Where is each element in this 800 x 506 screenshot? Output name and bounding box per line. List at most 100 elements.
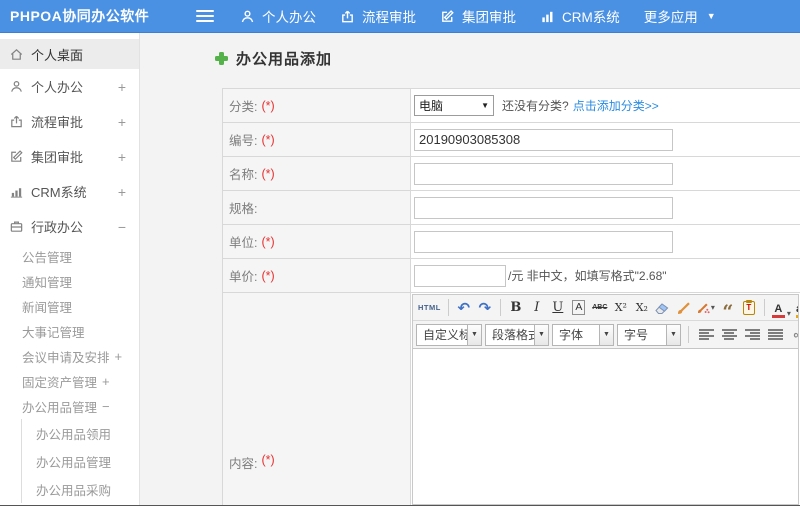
expand-plus-icon[interactable]: +: [118, 149, 126, 165]
add-category-link[interactable]: 点击添加分类>>: [573, 97, 659, 114]
caret-down-icon: ▼: [534, 324, 548, 345]
required-marker: (*): [261, 453, 275, 467]
caret-down-icon: ▼: [666, 324, 680, 345]
sidebar-item-group-approval[interactable]: 集团审批 +: [0, 139, 139, 174]
highlight-color-button[interactable]: ab ▾: [794, 297, 798, 318]
add-plus-icon: [215, 52, 228, 65]
editor-toolbar-row1: HTML ↶ ↷ B I U A ABC X² X₂ ▾ “ T A ▾: [413, 295, 798, 322]
format-painter-button[interactable]: ▾: [695, 297, 717, 318]
required-marker: (*): [261, 268, 275, 283]
field-label: 单价:: [229, 270, 258, 284]
sidebar-subitem-meetings[interactable]: 会议申请及安排 +: [0, 344, 139, 369]
align-right-button[interactable]: [742, 324, 762, 345]
sidebar-item-crm[interactable]: CRM系统 +: [0, 174, 139, 209]
menu-toggle-icon[interactable]: [196, 10, 214, 22]
nav-personal-office[interactable]: 个人办公: [240, 6, 316, 26]
eraser-button[interactable]: [653, 297, 673, 318]
sidebar-subitem-fixed-assets[interactable]: 固定资产管理 +: [0, 369, 139, 394]
expand-plus-icon[interactable]: +: [102, 374, 110, 389]
subscript-button[interactable]: X₂: [632, 297, 652, 318]
edit-icon: [9, 149, 24, 164]
sidebar-subitem-supplies-claim[interactable]: 办公用品领用: [22, 419, 139, 447]
caret-down-icon: ▾: [710, 303, 715, 312]
form-row-unit: 单位: (*): [223, 225, 800, 259]
sidebar-item-personal-office[interactable]: 个人办公 +: [0, 69, 139, 104]
nav-process-approval[interactable]: 流程审批: [340, 6, 416, 26]
italic-button[interactable]: I: [527, 297, 547, 318]
align-center-button[interactable]: [719, 324, 739, 345]
underline-button[interactable]: U: [548, 297, 568, 318]
field-label: 单位:: [229, 236, 258, 250]
sidebar: 个人桌面 个人办公 + 流程审批 + 集团审批 + CRM系统 + 行政办公 −…: [0, 33, 140, 506]
superscript-button[interactable]: X²: [611, 297, 631, 318]
font-size-select[interactable]: 字号 ▼: [617, 323, 681, 346]
caret-down-icon: ▾: [786, 309, 791, 318]
bold-button[interactable]: B: [506, 297, 526, 318]
nav-label: 更多应用: [643, 10, 698, 25]
collapse-minus-icon[interactable]: −: [118, 219, 126, 235]
unit-input[interactable]: [414, 230, 673, 253]
field-label: 编号:: [229, 134, 258, 148]
spec-input[interactable]: [414, 196, 673, 219]
paste-button[interactable]: T: [739, 297, 759, 318]
app-logo: PHPOA协同办公软件: [10, 8, 150, 24]
font-border-button[interactable]: A: [569, 297, 589, 318]
redo-button[interactable]: ↷: [475, 297, 495, 318]
caret-down-icon: ▼: [467, 324, 481, 345]
expand-plus-icon[interactable]: +: [118, 114, 126, 130]
phpoa-app: PHPOA协同办公软件 个人办公 流程审批 集团审批 CRM系统 更多应用 ▼ …: [0, 0, 800, 506]
upload-box-icon: [9, 114, 24, 129]
insert-link-button[interactable]: ∞: [788, 324, 798, 345]
brush-icon: [677, 301, 691, 315]
collapse-minus-icon[interactable]: −: [102, 399, 110, 414]
sidebar-item-process-approval[interactable]: 流程审批 +: [0, 104, 139, 139]
custom-title-select[interactable]: 自定义标题 ▼: [416, 323, 482, 346]
paragraph-format-select[interactable]: 段落格式 ▼: [485, 323, 549, 346]
nav-group-approval[interactable]: 集团审批: [440, 6, 516, 26]
caret-down-icon: ▼: [481, 101, 489, 110]
clean-format-button[interactable]: [674, 297, 694, 318]
blockquote-button[interactable]: “: [718, 297, 738, 322]
name-input[interactable]: [414, 162, 673, 185]
align-justify-button[interactable]: [765, 324, 785, 345]
nav-more-apps[interactable]: 更多应用 ▼: [644, 6, 716, 26]
sidebar-subitem-events[interactable]: 大事记管理: [0, 319, 139, 344]
nav-label: 个人办公: [262, 10, 316, 25]
required-marker: (*): [261, 98, 275, 113]
bar-chart-icon: [9, 184, 24, 199]
editor-content-area[interactable]: [413, 349, 798, 504]
sidebar-subitem-supplies-purchase[interactable]: 办公用品采购: [22, 475, 139, 503]
editor-toolbar-row2: 自定义标题 ▼ 段落格式 ▼ 字体 ▼: [413, 321, 798, 349]
font-family-select[interactable]: 字体 ▼: [552, 323, 614, 346]
font-color-button[interactable]: A ▾: [770, 297, 793, 318]
form-row-code: 编号: (*): [223, 123, 800, 157]
expand-plus-icon[interactable]: +: [118, 184, 126, 200]
undo-button[interactable]: ↶: [454, 297, 474, 318]
strikethrough-button[interactable]: ABC: [590, 297, 610, 318]
align-left-button[interactable]: [696, 324, 716, 345]
expand-plus-icon[interactable]: +: [115, 349, 123, 364]
sidebar-subitem-supplies-manage[interactable]: 办公用品管理: [22, 447, 139, 475]
price-input[interactable]: [414, 264, 506, 287]
align-justify-icon: [767, 329, 783, 340]
link-icon: ∞: [793, 327, 798, 342]
required-marker: (*): [261, 166, 275, 181]
html-source-button[interactable]: HTML: [416, 297, 443, 318]
format-painter-icon: [697, 301, 710, 314]
field-label: 规格:: [229, 202, 258, 216]
office-supply-form: 分类: (*) 电脑 ▼ 还没有分类? 点击添加分类>> 编号: (*) 201…: [222, 88, 800, 506]
code-input[interactable]: [414, 128, 673, 151]
category-select[interactable]: 电脑 ▼: [414, 95, 494, 116]
sidebar-subitem-news[interactable]: 新闻管理: [0, 294, 139, 319]
briefcase-icon: [9, 219, 24, 234]
nav-crm-system[interactable]: CRM系统: [540, 6, 620, 26]
sidebar-subitem-notices[interactable]: 通知管理: [0, 269, 139, 294]
align-left-icon: [698, 329, 714, 340]
sidebar-item-admin-office[interactable]: 行政办公 −: [0, 209, 139, 244]
sidebar-item-desktop[interactable]: 个人桌面: [0, 39, 139, 69]
home-icon: [9, 47, 24, 62]
sidebar-subitem-office-supplies[interactable]: 办公用品管理 −: [0, 394, 139, 419]
sidebar-subitem-announcements[interactable]: 公告管理: [0, 244, 139, 269]
align-center-icon: [721, 329, 737, 340]
expand-plus-icon[interactable]: +: [118, 79, 126, 95]
